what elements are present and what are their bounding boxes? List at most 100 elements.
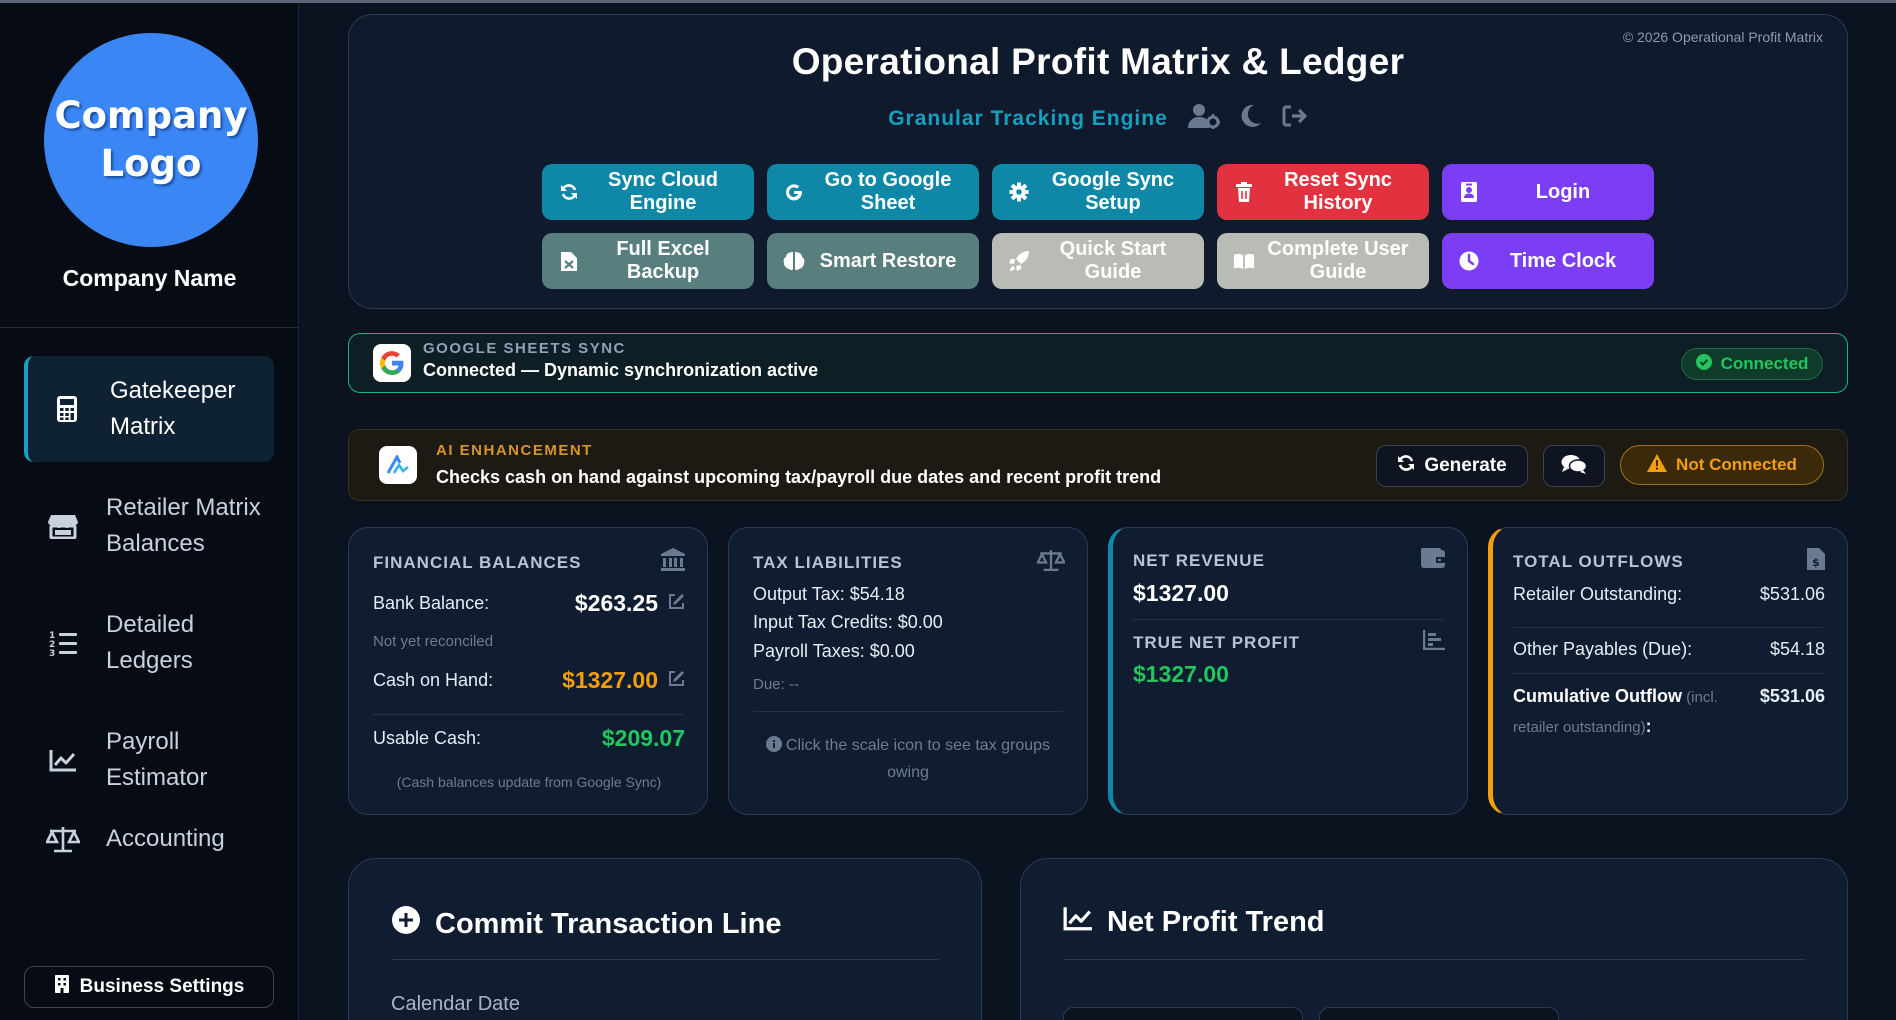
wallet-icon bbox=[1421, 548, 1445, 573]
bank-reconcile-note: Not yet reconciled bbox=[373, 633, 494, 650]
company-name: Company Name bbox=[62, 265, 237, 291]
header-card: © 2026 Operational Profit Matrix Operati… bbox=[348, 14, 1848, 309]
bank-balance-row: Bank Balance: $263.25 bbox=[373, 590, 685, 617]
reset-sync-history-button[interactable]: Reset Sync History bbox=[1217, 164, 1429, 220]
chat-bubbles-icon bbox=[1561, 454, 1588, 479]
logout-icon[interactable] bbox=[1282, 105, 1308, 132]
clock-icon bbox=[1458, 251, 1480, 271]
sync-icon bbox=[558, 183, 580, 201]
sidebar-item-label: Payroll Estimator bbox=[106, 728, 208, 791]
bar-chart-icon bbox=[1422, 630, 1445, 655]
sidebar-item-label: Gatekeeper Matrix bbox=[110, 377, 236, 440]
go-to-google-sheet-button[interactable]: Go to Google Sheet bbox=[767, 164, 979, 220]
line-chart-icon bbox=[1063, 905, 1093, 939]
google-sheets-sync-bar: GOOGLE SHEETS SYNC Connected — Dynamic s… bbox=[348, 333, 1848, 393]
card-divider bbox=[391, 959, 939, 960]
card-divider bbox=[1133, 619, 1443, 620]
sync-kicker: GOOGLE SHEETS SYNC bbox=[423, 340, 626, 357]
complete-user-guide-button[interactable]: Complete User Guide bbox=[1217, 233, 1429, 289]
page-subtitle: Granular Tracking Engine bbox=[888, 106, 1168, 130]
cash-footnote: (Cash balances update from Google Sync) bbox=[396, 774, 662, 790]
scale-icon[interactable] bbox=[1035, 548, 1067, 577]
cumulative-outflow-row: Cumulative Outflow (incl. retailer outsta… bbox=[1513, 682, 1825, 742]
total-outflows-card: TOTAL OUTFLOWS $ Retailer Outstanding: $… bbox=[1488, 527, 1848, 815]
sidebar-item-label: Detailed Ledgers bbox=[106, 611, 195, 674]
calendar-date-label: Calendar Date bbox=[391, 993, 520, 1015]
ai-chat-button[interactable] bbox=[1543, 445, 1605, 487]
ai-kicker: AI ENHANCEMENT bbox=[436, 442, 593, 459]
card-header: TAX LIABILITIES bbox=[753, 548, 1067, 577]
calculator-icon bbox=[44, 395, 90, 423]
edit-bank-balance-icon[interactable] bbox=[668, 593, 685, 615]
business-settings-label: Business Settings bbox=[79, 976, 245, 997]
sync-cloud-engine-button[interactable]: Sync Cloud Engine bbox=[542, 164, 754, 220]
cash-on-hand-value: $1327.00 bbox=[562, 667, 658, 693]
card-divider bbox=[1513, 627, 1823, 628]
svg-text:3: 3 bbox=[49, 649, 55, 656]
card-divider bbox=[1063, 959, 1805, 960]
card-divider bbox=[1513, 673, 1823, 674]
quick-start-guide-button[interactable]: Quick Start Guide bbox=[992, 233, 1204, 289]
business-settings-button[interactable]: Business Settings bbox=[24, 966, 274, 1008]
card-header: TOTAL OUTFLOWS $ bbox=[1513, 548, 1825, 575]
edit-cash-on-hand-icon[interactable] bbox=[668, 670, 685, 692]
retailer-outstanding-row: Retailer Outstanding: $531.06 bbox=[1513, 584, 1825, 604]
action-button-grid: Sync Cloud Engine Go to Google Sheet Goo… bbox=[542, 164, 1654, 289]
commit-transaction-title: Commit Transaction Line bbox=[391, 905, 781, 943]
generate-button[interactable]: Generate bbox=[1376, 445, 1528, 487]
book-icon bbox=[1233, 251, 1255, 271]
google-icon bbox=[783, 183, 805, 201]
login-button[interactable]: Login bbox=[1442, 164, 1654, 220]
trash-icon bbox=[1233, 182, 1255, 202]
sync-connected-badge: Connected bbox=[1681, 348, 1823, 380]
trend-range-tab-1[interactable] bbox=[1063, 1007, 1303, 1020]
card-divider bbox=[373, 714, 683, 715]
usable-cash-row: Usable Cash: $209.07 bbox=[373, 725, 685, 751]
card-divider bbox=[753, 711, 1063, 712]
sidebar-item-accounting[interactable]: Accounting bbox=[24, 804, 274, 874]
usable-cash-value: $209.07 bbox=[601, 725, 685, 751]
bank-balance-value: $263.25 bbox=[574, 590, 658, 616]
time-clock-button[interactable]: Time Clock bbox=[1442, 233, 1654, 289]
true-net-profit-value: $1327.00 bbox=[1133, 661, 1229, 687]
user-gear-icon[interactable] bbox=[1187, 103, 1220, 134]
ai-not-connected-badge: Not Connected bbox=[1620, 445, 1824, 485]
card-header: FINANCIAL BALANCES bbox=[373, 548, 685, 577]
smart-restore-button[interactable]: Smart Restore bbox=[767, 233, 979, 289]
full-excel-backup-button[interactable]: Full Excel Backup bbox=[542, 233, 754, 289]
output-tax: Output Tax: $54.18 bbox=[753, 584, 905, 604]
subtitle-row: Granular Tracking Engine bbox=[349, 103, 1847, 134]
tax-due-date: Due: -- bbox=[753, 676, 799, 693]
sync-status-text: Connected — Dynamic synchronization acti… bbox=[423, 360, 819, 380]
bank-icon bbox=[661, 548, 685, 577]
plus-circle-icon bbox=[391, 905, 421, 943]
company-logo[interactable]: Company Logo bbox=[44, 33, 258, 247]
svg-text:$: $ bbox=[1812, 556, 1821, 569]
warning-triangle-icon bbox=[1647, 453, 1668, 477]
ai-logo-icon bbox=[379, 446, 417, 484]
moon-icon[interactable] bbox=[1240, 104, 1262, 133]
card-header: NET REVENUE bbox=[1133, 548, 1445, 573]
sidebar-item-payroll-estimator[interactable]: Payroll Estimator bbox=[24, 707, 274, 813]
list-icon: 123 bbox=[40, 630, 86, 656]
ai-description: Checks cash on hand against upcoming tax… bbox=[436, 467, 1162, 487]
check-circle-icon bbox=[1695, 353, 1712, 375]
rocket-icon bbox=[1008, 250, 1030, 272]
sidebar-item-retailer-matrix-balances[interactable]: Retailer Matrix Balances bbox=[24, 473, 274, 579]
trend-range-tab-2[interactable] bbox=[1319, 1007, 1559, 1020]
google-sync-setup-button[interactable]: Google Sync Setup bbox=[992, 164, 1204, 220]
sidebar-divider bbox=[0, 327, 299, 328]
google-g-icon bbox=[373, 344, 411, 382]
cash-on-hand-row: Cash on Hand: $1327.00 bbox=[373, 667, 685, 694]
sidebar-item-gatekeeper-matrix[interactable]: Gatekeeper Matrix bbox=[24, 356, 274, 462]
net-profit-trend-title: Net Profit Trend bbox=[1063, 905, 1325, 939]
commit-transaction-card: Commit Transaction Line Calendar Date bbox=[348, 858, 982, 1020]
input-tax-credits: Input Tax Credits: $0.00 bbox=[753, 612, 943, 632]
page-title: Operational Profit Matrix & Ledger bbox=[791, 41, 1405, 82]
sidebar-item-detailed-ledgers[interactable]: 123 Detailed Ledgers bbox=[24, 590, 274, 696]
scale-icon bbox=[40, 825, 86, 853]
info-icon bbox=[765, 736, 782, 756]
tax-liabilities-card: TAX LIABILITIES Output Tax: $54.18 Input… bbox=[728, 527, 1088, 815]
cumulative-outflow-value: $531.06 bbox=[1759, 686, 1825, 706]
tax-hint: Click the scale icon to see tax groups o… bbox=[753, 733, 1063, 785]
